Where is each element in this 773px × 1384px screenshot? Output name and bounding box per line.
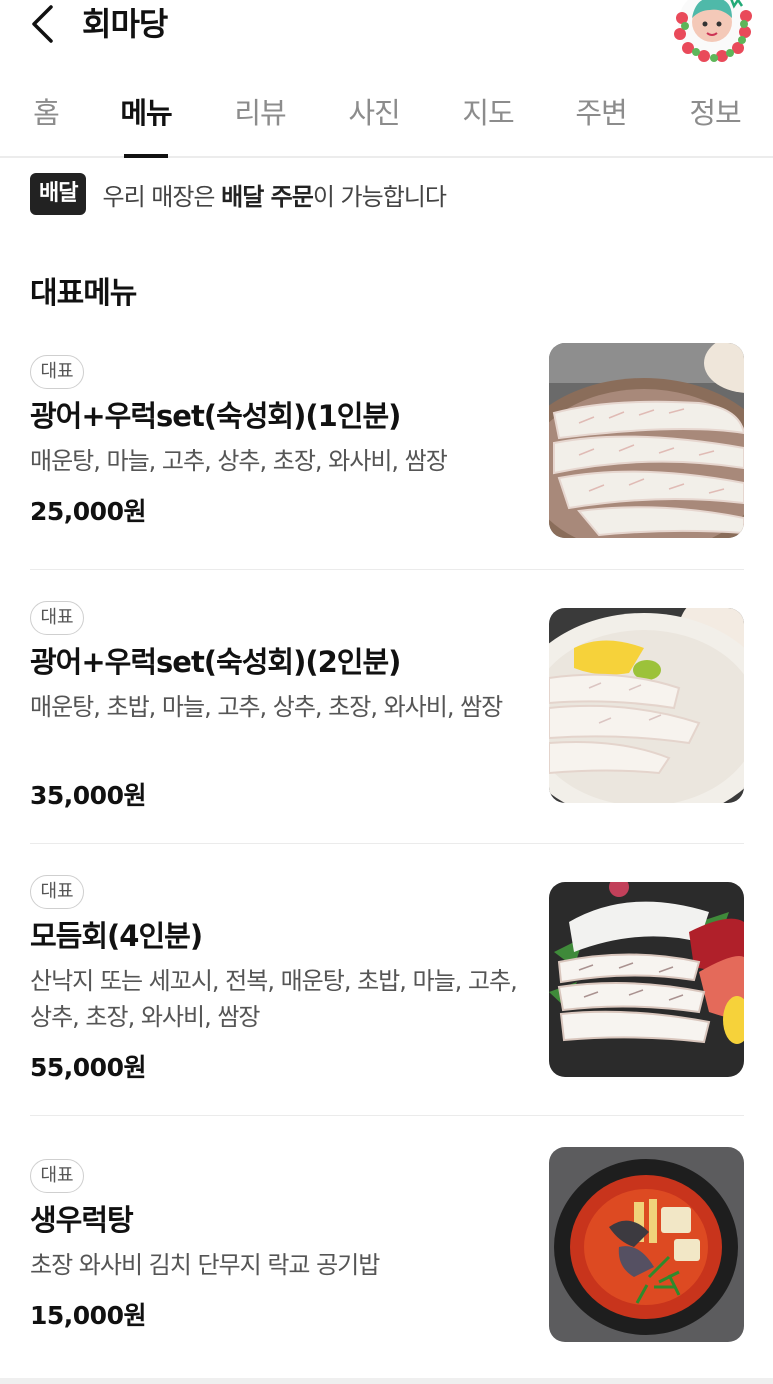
delivery-badge: 배달 xyxy=(30,173,87,215)
menu-item[interactable]: 대표 광어+우럭set(숙성회)(2인분) 매운탕, 초밥, 마늘, 고추, 상… xyxy=(30,601,744,844)
section-title: 대표메뉴 xyxy=(30,276,137,311)
menu-item-description: 산낙지 또는 세꼬시, 전복, 매운탕, 초밥, 마늘, 고추, 상추, 초장,… xyxy=(30,967,518,1031)
menu-item-name: 광어+우럭set(숙성회)(2인분) xyxy=(30,645,401,679)
tab-home[interactable]: 홈 xyxy=(6,80,86,156)
menu-item-description: 매운탕, 마늘, 고추, 상추, 초장, 와사비, 쌈장 xyxy=(30,447,448,475)
avatar-wreath-icon xyxy=(674,0,752,62)
menu-item[interactable]: 대표 광어+우럭set(숙성회)(1인분) 매운탕, 마늘, 고추, 상추, 초… xyxy=(30,343,744,570)
page-title: 회마당 xyxy=(82,5,168,43)
divider xyxy=(30,569,744,570)
representative-badge: 대표 xyxy=(30,1159,84,1193)
tab-menu[interactable]: 메뉴 xyxy=(106,80,186,158)
app-header: 회마당 xyxy=(0,0,773,62)
tab-photo[interactable]: 사진 xyxy=(334,80,414,156)
menu-item[interactable]: 대표 모듬회(4인분) 산낙지 또는 세꼬시, 전복, 매운탕, 초밥, 마늘,… xyxy=(30,875,744,1116)
back-button[interactable] xyxy=(24,4,60,44)
divider xyxy=(30,1115,744,1116)
representative-badge: 대표 xyxy=(30,355,84,389)
menu-item[interactable]: 대표 생우럭탕 초장 와사비 김치 단무지 락교 공기밥 15,000원 xyxy=(30,1147,744,1359)
menu-item-photo xyxy=(549,1147,744,1342)
divider xyxy=(30,843,744,844)
menu-item-name: 광어+우럭set(숙성회)(1인분) xyxy=(30,399,401,433)
menu-item-photo xyxy=(549,343,744,538)
menu-item-name: 모듬회(4인분) xyxy=(30,919,203,953)
menu-item-description: 초장 와사비 김치 단무지 락교 공기밥 xyxy=(30,1251,380,1279)
menu-item-price: 25,000원 xyxy=(30,497,146,526)
tab-nearby[interactable]: 주변 xyxy=(561,80,641,156)
tab-review[interactable]: 리뷰 xyxy=(220,80,300,156)
bottom-divider xyxy=(0,1378,773,1384)
tab-info[interactable]: 정보 xyxy=(675,80,755,156)
menu-item-name: 생우럭탕 xyxy=(30,1203,134,1237)
profile-avatar[interactable] xyxy=(670,0,754,62)
representative-badge: 대표 xyxy=(30,601,84,635)
menu-item-price: 15,000원 xyxy=(30,1301,146,1330)
delivery-notice: 배달 우리 매장은 배달 주문이 가능합니다 xyxy=(30,172,447,216)
menu-item-price: 35,000원 xyxy=(30,781,146,810)
tab-map[interactable]: 지도 xyxy=(448,80,528,156)
menu-item-photo xyxy=(549,608,744,803)
chevron-left-icon xyxy=(32,5,53,43)
menu-item-description: 매운탕, 초밥, 마늘, 고추, 상추, 초장, 와사비, 쌈장 xyxy=(30,693,503,721)
representative-badge: 대표 xyxy=(30,875,84,909)
menu-item-price: 55,000원 xyxy=(30,1053,146,1082)
menu-item-photo xyxy=(549,882,744,1077)
notice-text: 우리 매장은 배달 주문이 가능합니다 xyxy=(102,182,446,211)
tab-bar: 홈 메뉴 리뷰 사진 지도 주변 정보 xyxy=(0,80,773,158)
